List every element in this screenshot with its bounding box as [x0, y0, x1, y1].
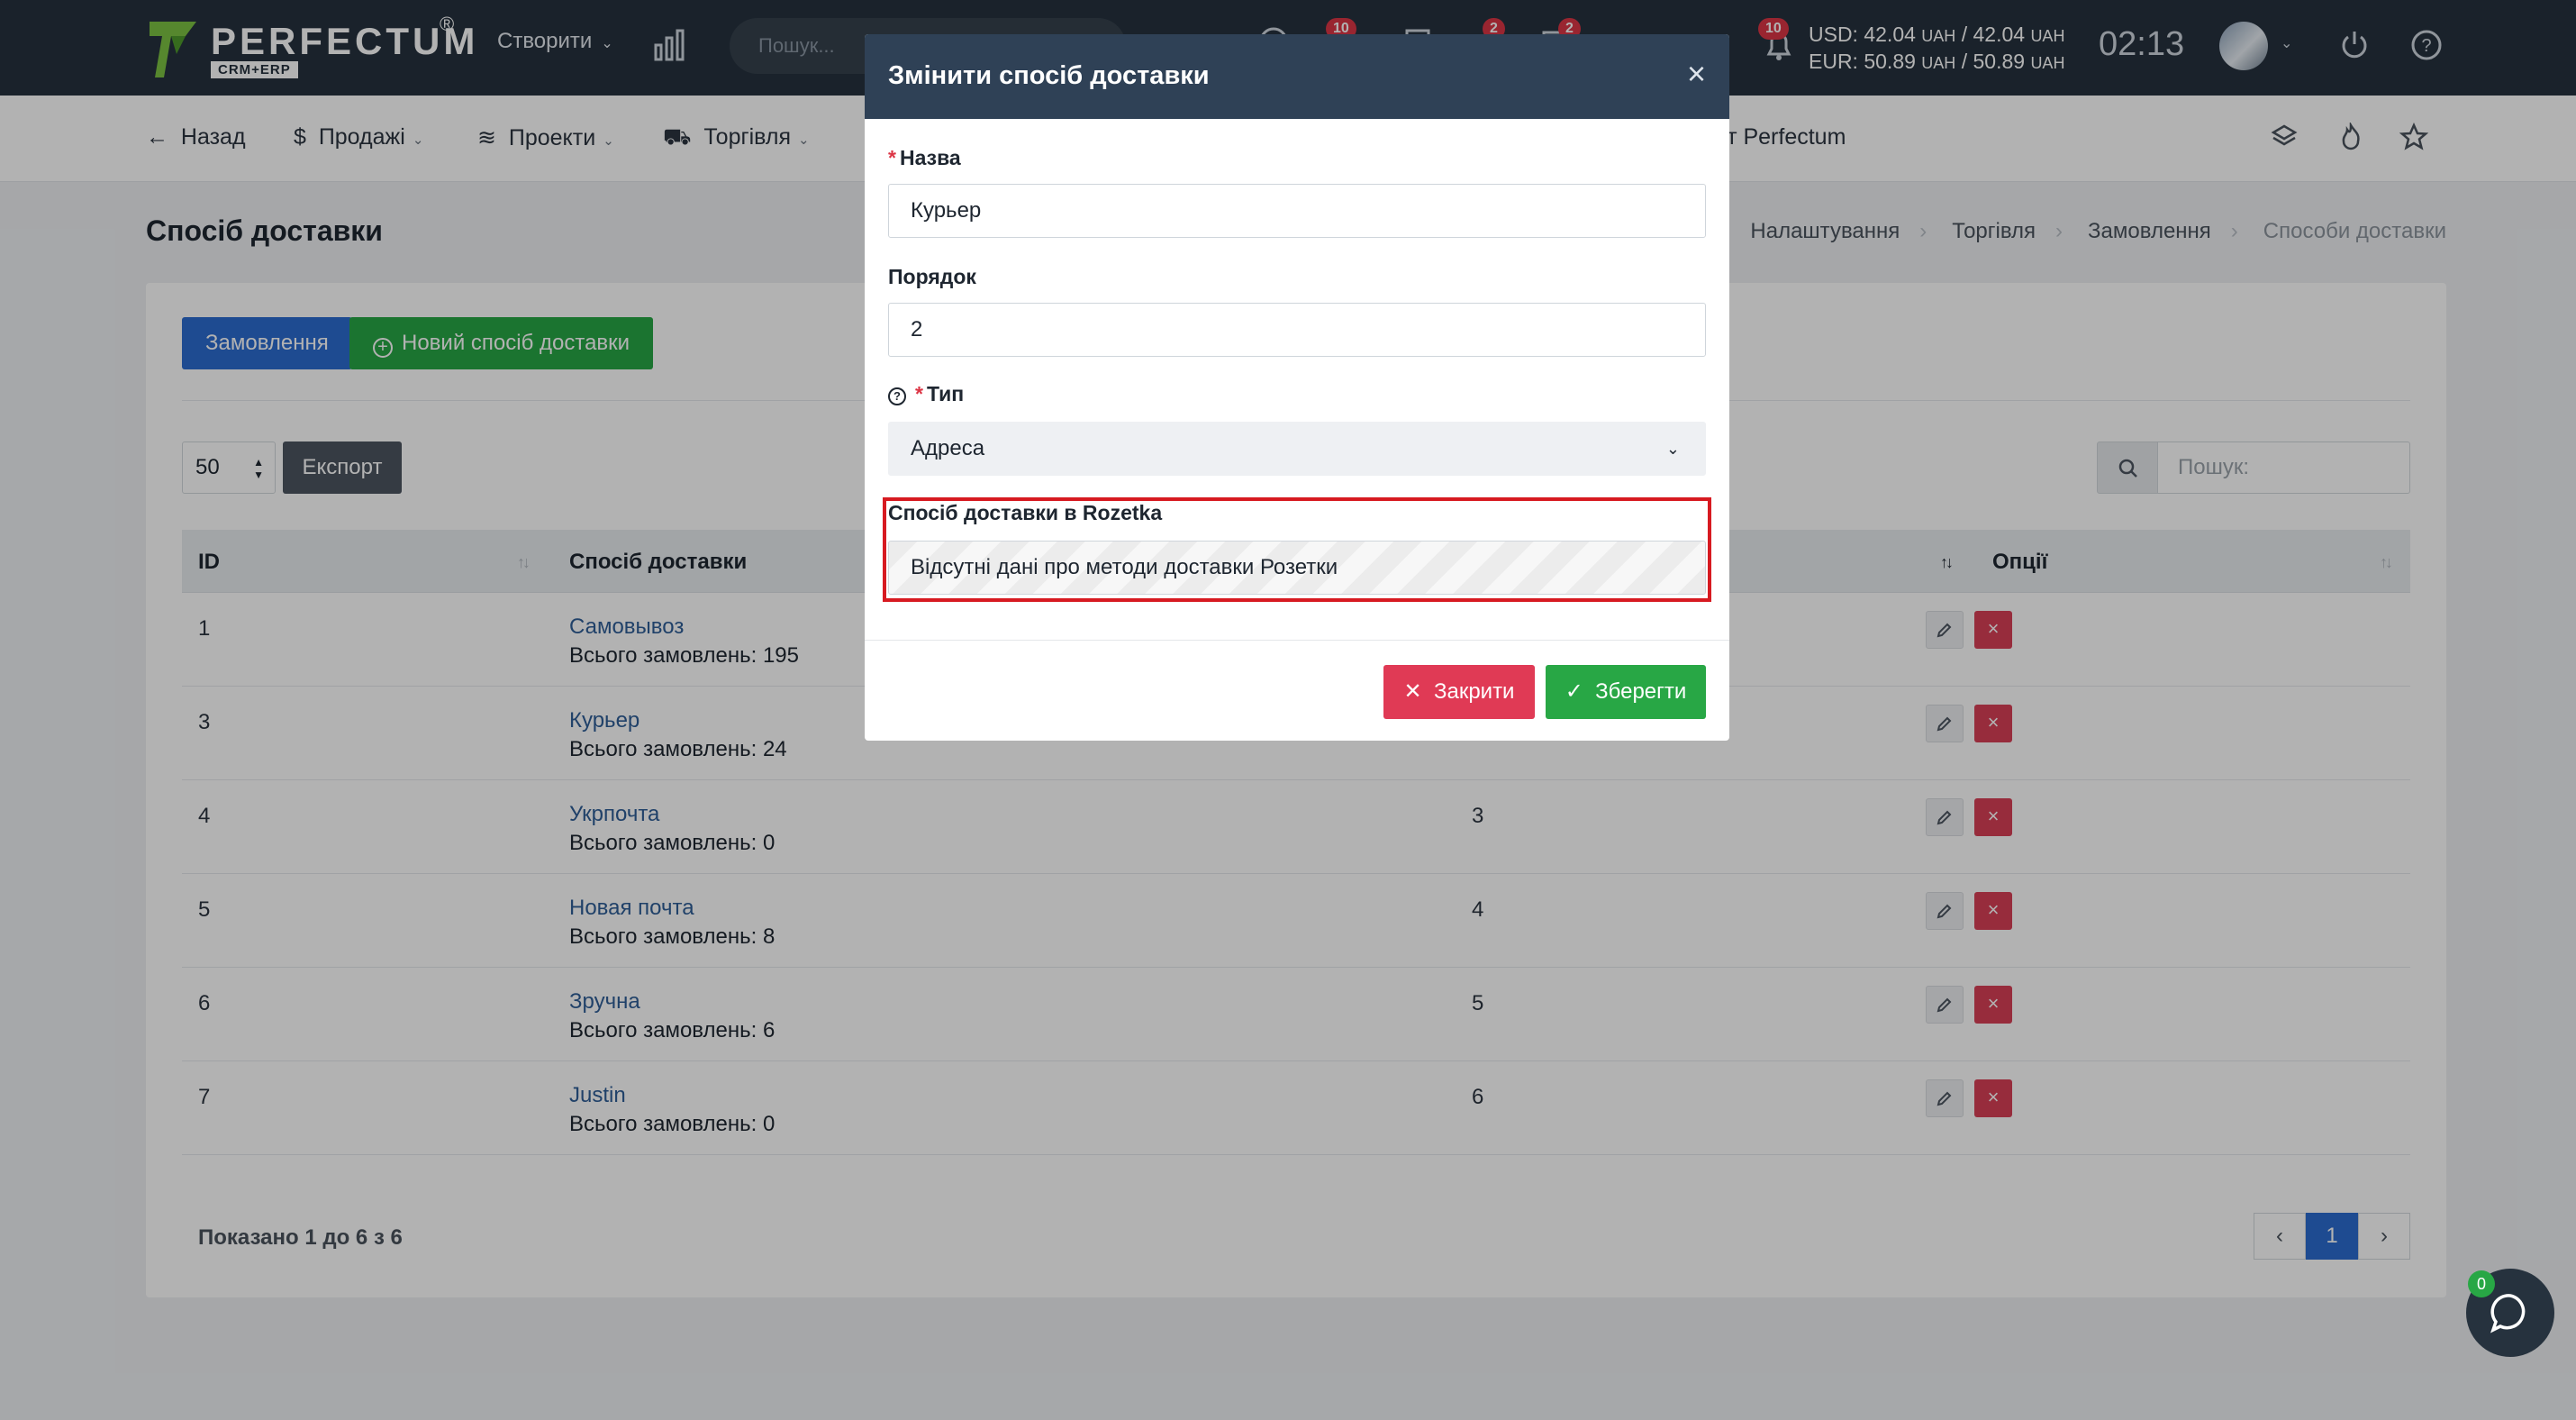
close-button[interactable]: ✕ Закрити [1383, 665, 1535, 719]
required-mark: * [915, 382, 923, 405]
rozetka-select-disabled: Відсутні дані про методи доставки Розетк… [888, 541, 1706, 595]
edit-delivery-method-modal: Змінити спосіб доставки × * Назва Курьер … [865, 34, 1729, 741]
chat-bubble-icon [2490, 1294, 2526, 1334]
chat-badge: 0 [2468, 1270, 2495, 1297]
check-icon: ✓ [1565, 679, 1583, 704]
chevron-down-icon: ⌄ [1665, 440, 1680, 458]
name-label: * Назва [888, 146, 961, 169]
order-label: Порядок [888, 265, 976, 288]
type-label: ? * Тип [888, 382, 964, 406]
save-button[interactable]: ✓ Зберегти [1546, 665, 1706, 719]
close-icon: ✕ [1403, 679, 1422, 704]
order-input[interactable]: 2 [888, 303, 1706, 357]
name-input[interactable]: Курьер [888, 184, 1706, 238]
modal-title: Змінити спосіб доставки [888, 61, 1210, 90]
type-select[interactable]: Адреса ⌄ [888, 422, 1706, 476]
required-mark: * [888, 146, 896, 169]
question-circle-icon[interactable]: ? [888, 387, 906, 405]
modal-close-button[interactable]: × [1687, 58, 1706, 90]
modal-header: Змінити спосіб доставки × [865, 34, 1729, 119]
rozetka-label: Спосіб доставки в Rozetka [888, 501, 1163, 524]
divider [865, 640, 1729, 641]
